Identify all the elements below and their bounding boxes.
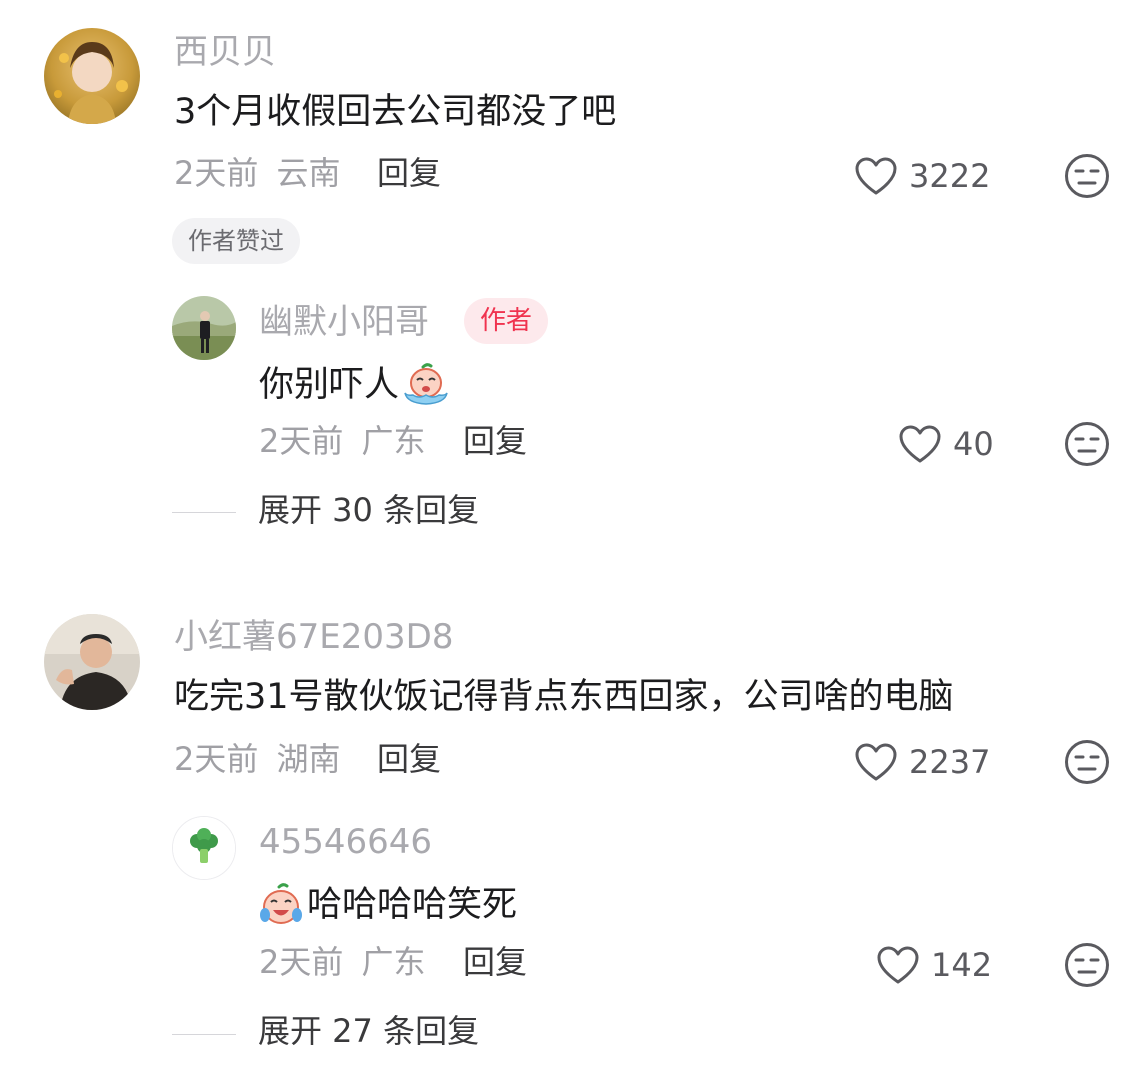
reply-content[interactable]: 你别吓人 (259, 363, 451, 407)
reply-time: 2天前 (259, 422, 344, 460)
crying-emoji-icon (404, 363, 448, 405)
like-button[interactable]: 3222 (853, 155, 990, 197)
laugh-cry-emoji-icon (260, 883, 302, 924)
dislike-button[interactable] (1063, 420, 1111, 472)
dislike-button[interactable] (1063, 941, 1111, 993)
comment-time: 2天前 (174, 154, 259, 192)
reply-location: 广东 (361, 943, 426, 981)
like-count: 2237 (909, 743, 991, 781)
like-button[interactable]: 40 (897, 423, 994, 465)
author-liked-badge: 作者赞过 (172, 218, 300, 264)
heart-icon (899, 425, 941, 463)
unamused-face-icon (1065, 740, 1109, 784)
unamused-face-icon (1065, 154, 1109, 198)
avatar[interactable] (44, 614, 140, 710)
reply-content[interactable]: 哈哈哈哈笑死 (257, 883, 517, 927)
reply-time: 2天前 (259, 943, 344, 981)
reply-text: 哈哈哈哈笑死 (307, 884, 518, 925)
avatar[interactable] (172, 816, 236, 880)
heart-icon (855, 157, 897, 195)
expand-replies-button[interactable]: 展开 27 条回复 (258, 1015, 479, 1047)
like-count: 3222 (909, 157, 991, 195)
reply-button[interactable]: 回复 (463, 946, 527, 978)
like-count: 142 (931, 946, 993, 984)
reply-text: 你别吓人 (259, 364, 400, 405)
comment-content[interactable]: 吃完31号散伙饭记得背点东西回家，公司啥的电脑 (174, 680, 954, 715)
like-count: 40 (953, 425, 994, 463)
expand-divider (172, 512, 236, 513)
reply-username[interactable]: 幽默小阳哥 (259, 305, 429, 339)
heart-icon (855, 743, 897, 781)
reply-button[interactable]: 回复 (377, 743, 441, 775)
broccoli-icon (173, 817, 235, 879)
dislike-button[interactable] (1063, 152, 1111, 204)
expand-divider (172, 1034, 236, 1035)
comment-meta: 2天前 云南 (174, 157, 341, 189)
comment-location: 云南 (276, 154, 341, 192)
reply-button[interactable]: 回复 (377, 157, 441, 189)
unamused-face-icon (1065, 943, 1109, 987)
avatar[interactable] (44, 28, 140, 124)
reply-location: 广东 (361, 422, 426, 460)
comment-meta: 2天前 湖南 (174, 743, 341, 775)
comment-username[interactable]: 小红薯67E203D8 (174, 620, 453, 654)
comment-content[interactable]: 3个月收假回去公司都没了吧 (174, 95, 616, 130)
like-button[interactable]: 2237 (853, 741, 990, 783)
author-badge: 作者 (464, 298, 549, 344)
avatar[interactable] (172, 296, 236, 360)
heart-icon (877, 946, 919, 984)
reply-username[interactable]: 45546646 (259, 825, 432, 859)
comment-time: 2天前 (174, 740, 259, 778)
unamused-face-icon (1065, 422, 1109, 466)
dislike-button[interactable] (1063, 738, 1111, 790)
reply-meta: 2天前 广东 (259, 946, 426, 978)
expand-replies-button[interactable]: 展开 30 条回复 (258, 494, 479, 526)
comment-username[interactable]: 西贝贝 (174, 35, 276, 69)
reply-meta: 2天前 广东 (259, 425, 426, 457)
reply-button[interactable]: 回复 (463, 425, 527, 457)
comment-location: 湖南 (276, 740, 341, 778)
like-button[interactable]: 142 (875, 944, 992, 986)
